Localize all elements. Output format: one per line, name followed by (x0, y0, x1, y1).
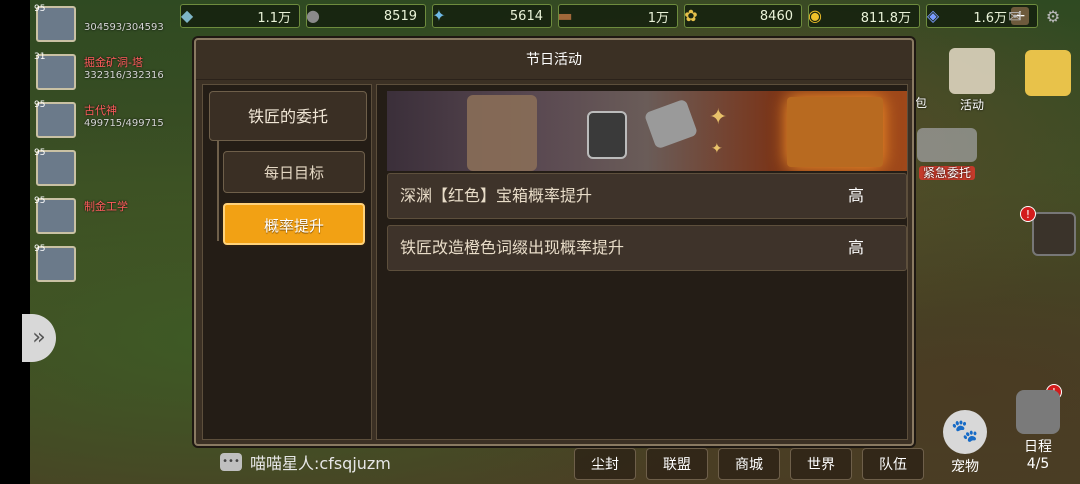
expand-arrow-icon[interactable]: » (22, 314, 56, 362)
menu-shop[interactable]: 商城 (718, 448, 780, 480)
schedule-icon (1016, 390, 1060, 434)
menu-alliance[interactable]: 联盟 (646, 448, 708, 480)
party-member[interactable]: 95 古代神 499715/499715 (32, 96, 182, 144)
anvil-icon (587, 111, 627, 159)
hero-portrait[interactable] (1022, 50, 1074, 98)
menu-world[interactable]: 世界 (790, 448, 852, 480)
diamond-icon: ◈ (926, 6, 940, 25)
chat-bar[interactable]: ••• 喵喵星人:cfsqjuzm (220, 448, 391, 476)
tab-blacksmith-commission[interactable]: 铁匠的委托 (209, 91, 367, 141)
star-icon: ✦ (709, 105, 728, 130)
stone-icon: ◆ (180, 6, 194, 25)
party-list: 95 304593/304593 31 掘金矿洞-塔 332316/332316 95… (32, 0, 182, 288)
party-member[interactable]: 95 (32, 144, 182, 192)
gear-icon[interactable]: ⚙ (1042, 8, 1064, 26)
resource-wood: ▬ 1万 (557, 4, 678, 28)
wood-icon: ▬ (557, 6, 573, 25)
urgent-commission-button[interactable]: 紧急委托 (912, 128, 982, 181)
event-banner: ✦ ✦ (387, 91, 907, 171)
resource-bar: ◆ 1.1万 ● 8519 ✦ 5614 ▬ 1万 ✿ 8460 ◉ 811.8万 ◈ 1.6… (180, 4, 1038, 30)
wheat-icon: ✿ (684, 6, 698, 25)
commission-icon (917, 128, 977, 162)
tab-daily-goal[interactable]: 每日目标 (223, 151, 365, 193)
ingot-icon (643, 98, 699, 150)
content-panel: ✦ ✦ 深渊【红色】宝箱概率提升 高 铁匠改造橙色词缀出现概率提升 高 (376, 84, 908, 440)
resource-wheat: ✿ 8460 (684, 4, 802, 28)
resource-ore: ● 8519 (306, 4, 426, 28)
resource-gold: ◉ 811.8万 (808, 4, 920, 28)
paw-icon: 🐾 (943, 410, 987, 454)
party-member[interactable]: 95 (32, 240, 182, 288)
activity-button[interactable]: 活动 (946, 48, 998, 113)
chat-bubble-icon: ••• (220, 453, 242, 471)
resource-crystal: ✦ 5614 (432, 4, 552, 28)
resource-stone: ◆ 1.1万 (180, 4, 300, 28)
egg-icon (1032, 212, 1076, 256)
party-member[interactable]: 31 掘金矿洞-塔 332316/332316 (32, 48, 182, 96)
calendar-icon (949, 48, 995, 94)
blacksmith-illustration (467, 95, 537, 171)
party-member[interactable]: 95 304593/304593 (32, 0, 182, 48)
hero-avatar (1025, 50, 1071, 96)
star-icon: ✦ (711, 141, 723, 157)
alert-badge: ! (1020, 206, 1036, 222)
gold-icon: ◉ (808, 6, 822, 25)
egg-button[interactable] (1028, 212, 1080, 258)
tab-probability-boost[interactable]: 概率提升 (223, 203, 365, 245)
menu-team[interactable]: 队伍 (862, 448, 924, 480)
list-item: 深渊【红色】宝箱概率提升 高 (387, 173, 907, 219)
festival-modal: 节日活动 铁匠的委托 每日目标 概率提升 ✦ ✦ 深渊【红色】宝箱概率提升 高 … (194, 38, 914, 446)
screen-edge (0, 0, 30, 484)
party-member[interactable]: 95 制金工学 (32, 192, 182, 240)
tab-panel: 铁匠的委托 每日目标 概率提升 (202, 84, 372, 440)
list-item: 铁匠改造橙色词缀出现概率提升 高 (387, 225, 907, 271)
schedule-button[interactable]: 日程 4/5 (1008, 390, 1068, 482)
mail-icon[interactable]: ✉ (1004, 8, 1026, 26)
crystal-icon: ✦ (432, 6, 446, 25)
modal-title: 节日活动 (196, 40, 912, 80)
menu-dust[interactable]: 尘封 (574, 448, 636, 480)
red-chest-icon (787, 97, 883, 167)
tab-tree-line (217, 141, 219, 241)
ore-icon: ● (306, 6, 320, 25)
pet-button[interactable]: 🐾 宠物 (932, 408, 998, 480)
